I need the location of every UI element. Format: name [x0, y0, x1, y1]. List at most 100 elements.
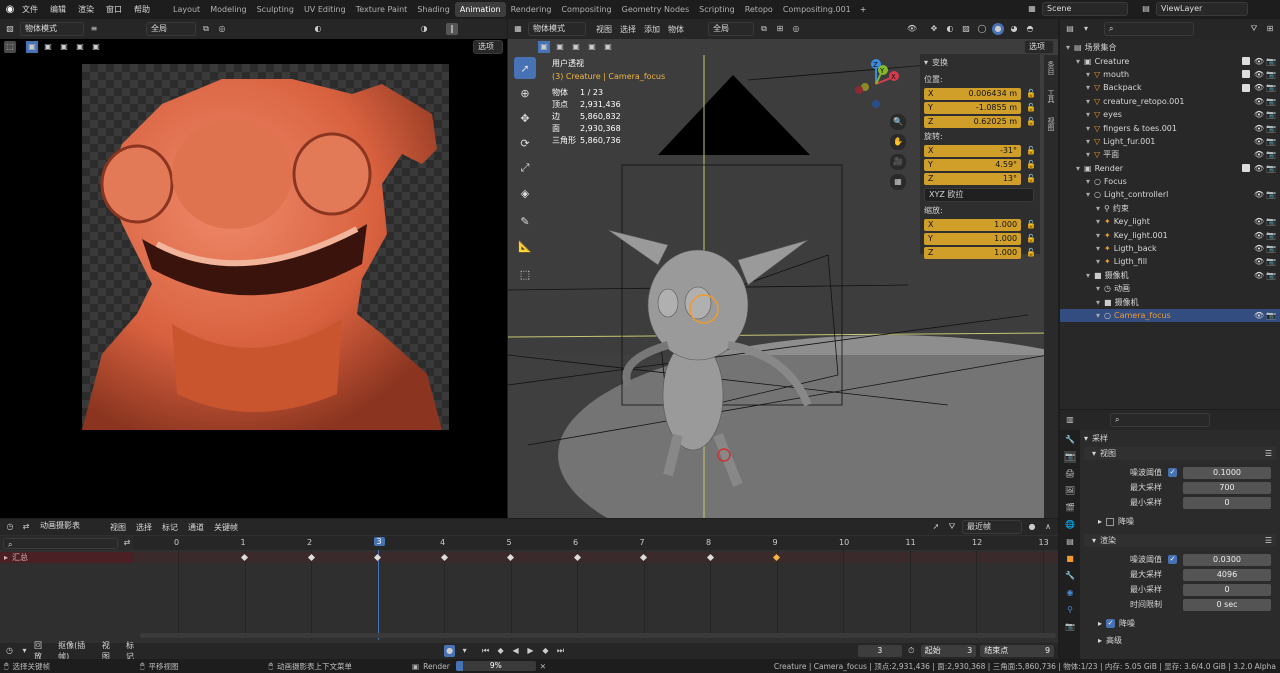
r-denoise-label[interactable]: 降噪	[1119, 618, 1135, 629]
viewport-menu-select[interactable]: 选择	[620, 24, 636, 35]
expand-icon[interactable]: ▾	[1086, 190, 1094, 199]
wireframe-shading-icon[interactable]: ◯	[976, 23, 988, 35]
rotation-mode-dropdown[interactable]: XYZ 欧拉	[924, 188, 1034, 202]
constraint-tab-icon[interactable]: ⚲	[1064, 604, 1076, 616]
select-subtract-icon[interactable]: ▣	[570, 41, 582, 53]
select-invert-icon[interactable]: ▣	[74, 41, 86, 53]
location-z-field[interactable]: Z 0.62025 m	[924, 115, 1022, 128]
workspace-tab[interactable]: Modeling	[205, 2, 251, 17]
expand-icon[interactable]: ▾	[1086, 177, 1094, 186]
collapse-icon[interactable]: ▾	[1092, 536, 1096, 545]
lock-icon[interactable]: 🔓	[1026, 248, 1036, 257]
workspace-tab[interactable]: UV Editing	[299, 2, 351, 17]
workspace-tab[interactable]: Sculpting	[252, 2, 299, 17]
outliner-row[interactable]: ▾ ✦ Ligth_back 👁 📷	[1060, 242, 1280, 255]
r-denoise-checkbox[interactable]: ✓	[1106, 619, 1116, 628]
render-camera-icon[interactable]: 📷	[1266, 311, 1276, 320]
viewport-menu-object[interactable]: 物体	[668, 24, 684, 35]
collection-tab-icon[interactable]: ▤	[1064, 536, 1076, 548]
select-extend-icon[interactable]: ▣	[554, 41, 566, 53]
expand-icon[interactable]: ▸	[1098, 619, 1102, 628]
start-frame-field[interactable]: 起始 3	[920, 645, 977, 657]
viewport-subheader[interactable]: 视图	[1100, 448, 1116, 459]
viewport-menu-add[interactable]: 添加	[644, 24, 660, 35]
exclude-checkbox[interactable]	[1242, 57, 1250, 66]
dope-sheet-menu-item[interactable]: 视图	[110, 522, 126, 533]
frame-ruler[interactable]: 0 1 2 3 4 5 6 7 8 9 10 11 12 13	[133, 536, 1058, 550]
r-noise-threshold-field[interactable]: 0.0300	[1183, 553, 1271, 566]
workspace-tab[interactable]: Scripting	[694, 2, 740, 17]
exclude-checkbox[interactable]	[1242, 83, 1250, 92]
rotation-y-field[interactable]: Y 4.59°	[924, 158, 1022, 171]
record-icon[interactable]: ●	[444, 645, 456, 657]
jump-end-icon[interactable]: ⏭	[555, 645, 566, 657]
eye-icon[interactable]: 👁	[1254, 57, 1264, 66]
workspace-tab[interactable]: Rendering	[506, 2, 557, 17]
horizontal-scrollbar[interactable]	[140, 633, 1056, 638]
filter-icon[interactable]: ⛛	[946, 521, 958, 533]
select-tool[interactable]: ➚	[514, 57, 536, 79]
advanced-label[interactable]: 高级	[1106, 635, 1122, 646]
eye-icon[interactable]: 👁	[1254, 164, 1264, 173]
vp-denoise-label[interactable]: 降噪	[1118, 516, 1134, 527]
rotate-tool[interactable]: ⟳	[514, 132, 536, 154]
outliner-row[interactable]: ▾ ▽ mouth 👁 📷	[1060, 68, 1280, 81]
3d-viewport[interactable]: ▦ 物体模式 视图 选择 添加 物体 全局 ⧉ ⊞ ◎ 👁 ✥ ◐ ▨ ◯ ● …	[508, 19, 1058, 518]
outliner-row[interactable]: ▾ ○ Camera_focus 👁 📷	[1060, 308, 1280, 323]
expand-icon[interactable]: ▾	[1096, 257, 1104, 266]
image-mode-dropdown[interactable]: 物体模式	[20, 22, 84, 36]
current-frame-field[interactable]: 3	[857, 645, 902, 657]
solid-shading-icon[interactable]: ●	[992, 23, 1004, 35]
render-camera-icon[interactable]: 📷	[1266, 231, 1276, 240]
exclude-checkbox[interactable]	[1242, 70, 1250, 79]
expand-icon[interactable]: ▾	[1086, 97, 1094, 106]
render-camera-icon[interactable]: 📷	[1266, 83, 1276, 92]
view-layer-selector[interactable]: ViewLayer	[1156, 2, 1248, 16]
select-intersect-icon[interactable]: ▣	[90, 41, 102, 53]
lock-icon[interactable]: 🔓	[1026, 174, 1036, 183]
expand-icon[interactable]: ▾	[1096, 298, 1104, 307]
eye-icon[interactable]: 👁	[1254, 137, 1264, 146]
editor-type-icon[interactable]: ▧	[4, 23, 16, 35]
viewport-orientation-dropdown[interactable]: 全局	[708, 22, 754, 36]
main-menu-item[interactable]: 编辑	[44, 4, 72, 15]
expand-icon[interactable]: ▾	[1096, 204, 1104, 213]
sidebar-tab[interactable]: 工具	[1046, 89, 1056, 103]
workspace-tab[interactable]: Shading	[412, 2, 455, 17]
proportional-icon[interactable]: ◎	[216, 23, 228, 35]
expand-icon[interactable]: ▾	[1096, 311, 1104, 320]
location-y-field[interactable]: Y -1.0855 m	[924, 101, 1022, 114]
render-camera-icon[interactable]: 📷	[1266, 137, 1276, 146]
outliner-row[interactable]: ▾ ■ 摄像机	[1060, 295, 1280, 308]
main-menu-item[interactable]: 文件	[16, 4, 44, 15]
measure-tool[interactable]: 📐	[514, 235, 536, 257]
vp-denoise-checkbox[interactable]	[1106, 517, 1115, 526]
lock-icon[interactable]: 🔓	[1026, 89, 1036, 98]
render-subheader[interactable]: 渲染	[1100, 535, 1116, 546]
vp-max-samples-field[interactable]: 700	[1183, 481, 1271, 494]
eye-icon[interactable]: 👁	[1254, 110, 1264, 119]
r-min-samples-field[interactable]: 0	[1183, 583, 1271, 596]
outliner-row[interactable]: ▾ ▽ fingers & toes.001 👁 📷	[1060, 121, 1280, 134]
dope-sheet[interactable]: ◷ ⇄ 动画摄影表 视图 选择 标记 通道 关键帧 ➚ ⛛ 最近帧 ● ∧ ⌕ ⇄ ▸ 汇…	[0, 519, 1058, 643]
dope-sheet-menu-item[interactable]: 通道	[188, 522, 204, 533]
jump-key-forward-icon[interactable]: ◆	[540, 645, 551, 657]
left-options-button[interactable]: 选项	[473, 40, 503, 54]
play-reverse-icon[interactable]: ◀	[510, 645, 521, 657]
keyframe-diamond[interactable]	[639, 553, 648, 562]
render-camera-icon[interactable]: 📷	[1266, 271, 1276, 280]
render-camera-icon[interactable]: 📷	[1266, 97, 1276, 106]
workspace-tab[interactable]: Animation	[454, 2, 506, 17]
cursor-tool[interactable]: ⊕	[514, 82, 536, 104]
select-cursor-icon[interactable]: ➚	[930, 521, 942, 533]
workspace-tab[interactable]: Compositing.001	[778, 2, 856, 17]
object-mode-dropdown[interactable]: 物体模式	[528, 22, 586, 36]
transform-tool[interactable]: ◈	[514, 182, 536, 204]
outliner-row[interactable]: ▾ ✦ Key_light.001 👁 📷	[1060, 228, 1280, 241]
select-box-icon[interactable]: ▣	[26, 41, 38, 53]
material-shading-icon[interactable]: ◕	[1008, 23, 1020, 35]
expand-icon[interactable]: ▾	[1086, 124, 1094, 133]
outliner-row[interactable]: ▾ ◷ 动画	[1060, 282, 1280, 295]
scene-selector[interactable]: Scene	[1042, 2, 1128, 16]
collapse-icon[interactable]: ▾	[1084, 434, 1088, 443]
